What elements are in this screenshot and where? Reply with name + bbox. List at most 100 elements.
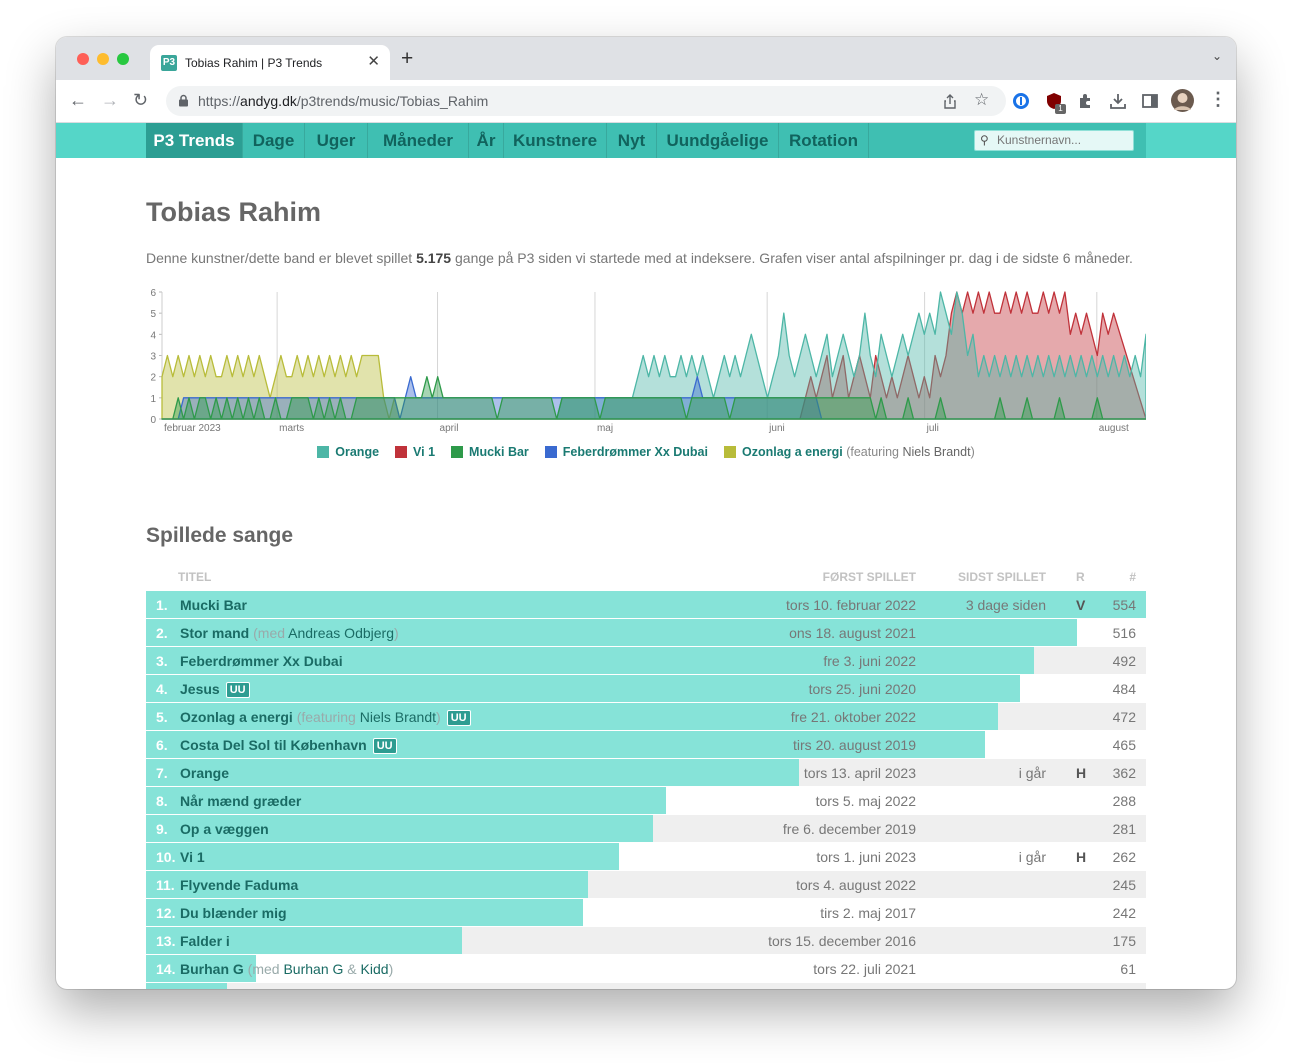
table-row[interactable]: 3. Feberdrømmer Xx Dubai fre 3. juni 2022 4… [146, 647, 1146, 674]
x-tick-label: juli [926, 423, 939, 434]
song-title-link[interactable]: Falder i [180, 933, 230, 949]
nav-brand-p3-trends[interactable]: P3 Trends [146, 123, 243, 158]
back-arrow-icon[interactable]: ← [69, 90, 87, 110]
close-window-button[interactable] [77, 53, 89, 65]
row-rank: 9. [156, 821, 168, 837]
song-title-cell: Op a væggen [180, 821, 269, 837]
nav-uundgaaelige[interactable]: Uundgåelige [657, 123, 779, 158]
nav-nyt[interactable]: Nyt [607, 123, 657, 158]
table-row[interactable]: 15.Verden væltertirs 2. juli 201945 [146, 983, 1146, 989]
tab-search-chevron-icon[interactable]: ⌄ [1212, 49, 1222, 63]
table-row[interactable]: 4. Jesus UU tors 25. juni 2020 484 [146, 675, 1146, 702]
intro-play-count: 5.175 [416, 250, 452, 266]
header-title[interactable]: TITEL [178, 570, 211, 584]
tab-close-icon[interactable]: ✕ [367, 52, 380, 70]
browser-tab[interactable]: P3 Tobias Rahim | P3 Trends ✕ [150, 45, 390, 80]
minimize-window-button[interactable] [97, 53, 109, 65]
row-rank: 5. [156, 709, 168, 725]
legend-item[interactable]: Orange [317, 445, 379, 459]
y-tick-label: 4 [150, 330, 156, 341]
legend-item[interactable]: Ozonlag a energi (featuring Niels Brandt… [723, 445, 975, 459]
song-title-link[interactable]: Burhan G [180, 961, 244, 977]
table-row[interactable]: 2. Stor mand (med Andreas Odbjerg) ons 18.… [146, 619, 1146, 646]
x-tick-label: maj [597, 423, 613, 434]
song-title-link[interactable]: Flyvende Faduma [180, 877, 298, 893]
nav-kunstnere[interactable]: Kunstnere [504, 123, 607, 158]
reload-icon[interactable]: ↻ [133, 90, 148, 110]
song-title-link[interactable]: Når mænd græder [180, 793, 301, 809]
song-title-link[interactable]: Vi 1 [180, 849, 205, 865]
legend-item[interactable]: Mucki Bar [451, 445, 529, 459]
song-title-link[interactable]: Op a væggen [180, 821, 269, 837]
credit-artist-link[interactable]: Niels Brandt [360, 709, 436, 725]
table-row[interactable]: 13. Falder i tors 15. december 2016 175 [146, 927, 1146, 954]
table-row[interactable]: 12. Du blænder mig tirs 2. maj 2017 242 [146, 899, 1146, 926]
song-title-link[interactable]: Ozonlag a energi [180, 709, 293, 725]
bookmark-star-icon[interactable]: ☆ [974, 90, 989, 110]
legend-swatch [544, 446, 557, 458]
onepassword-extension-icon[interactable] [1012, 92, 1030, 110]
download-icon[interactable] [1109, 92, 1127, 110]
song-title-link[interactable]: Feberdrømmer Xx Dubai [180, 653, 343, 669]
row-rank: 8. [156, 793, 168, 809]
song-credit: (med Andreas Odbjerg) [253, 625, 399, 641]
song-title-link[interactable]: Stor mand [180, 625, 249, 641]
play-count: 362 [1112, 765, 1136, 781]
header-first-played[interactable]: FØRST SPILLET [823, 570, 916, 584]
nav-maaneder[interactable]: Måneder [368, 123, 469, 158]
legend-item[interactable]: Feberdrømmer Xx Dubai [544, 445, 708, 459]
profile-avatar[interactable] [1171, 89, 1194, 112]
new-tab-icon[interactable]: + [401, 48, 413, 69]
artist-search-input[interactable] [997, 133, 1127, 147]
song-title-cell: Flyvende Faduma [180, 877, 298, 893]
table-row[interactable]: 11. Flyvende Faduma tors 4. august 2022 245 [146, 871, 1146, 898]
credit-prefix: (med [247, 961, 284, 977]
song-title-link[interactable]: Orange [180, 765, 229, 781]
forward-arrow-icon[interactable]: → [101, 90, 119, 110]
intro-pre: Denne kunstner/dette band er blevet spil… [146, 250, 417, 266]
first-played: tors 1. juni 2023 [816, 849, 916, 865]
legend-swatch [723, 446, 736, 458]
table-row[interactable]: 10. Vi 1 tors 1. juni 2023 i går H 262 [146, 843, 1146, 870]
row-rank: 4. [156, 681, 168, 697]
nav-aar[interactable]: År [469, 123, 504, 158]
table-row[interactable]: 1. Mucki Bar tors 10. februar 2022 3 dage s… [146, 591, 1146, 618]
y-tick-label: 2 [150, 373, 156, 384]
header-rotation[interactable]: R [1076, 570, 1085, 584]
nav-uger[interactable]: Uger [305, 123, 368, 158]
table-row[interactable]: 14. Burhan G (med Burhan G & Kidd) tors 22… [146, 955, 1146, 982]
song-title-link[interactable]: Costa Del Sol til København [180, 737, 367, 753]
x-tick-label: marts [279, 423, 304, 434]
table-row[interactable]: 9. Op a væggen fre 6. december 2019 281 [146, 815, 1146, 842]
maximize-window-button[interactable] [117, 53, 129, 65]
table-row[interactable]: 6. Costa Del Sol til København UU tirs 20. … [146, 731, 1146, 758]
header-count[interactable]: # [1129, 570, 1136, 584]
table-row[interactable]: 5. Ozonlag a energi (featuring Niels Bran… [146, 703, 1146, 730]
intro-post: gange på P3 siden vi startede med at ind… [451, 250, 1133, 266]
credit-artist-link[interactable]: Kidd [361, 961, 389, 977]
row-rank: 14. [156, 961, 176, 977]
song-title-link[interactable]: Jesus [180, 681, 220, 697]
song-title-link[interactable]: Du blænder mig [180, 905, 287, 921]
header-last-played[interactable]: SIDST SPILLET [958, 570, 1046, 584]
play-count: 554 [1112, 597, 1136, 613]
share-icon[interactable] [943, 94, 957, 109]
nav-rotation[interactable]: Rotation [779, 123, 869, 158]
song-title-link[interactable]: Mucki Bar [180, 597, 247, 613]
side-panel-icon[interactable] [1141, 92, 1159, 110]
play-count: 245 [1112, 877, 1136, 893]
extension-badge: 1 [1055, 104, 1066, 114]
songs-table-body: 1. Mucki Bar tors 10. februar 2022 3 dage s… [146, 591, 1146, 989]
credit-artist-link[interactable]: Burhan G [283, 961, 343, 977]
nav-dage[interactable]: Dage [243, 123, 305, 158]
extensions-puzzle-icon[interactable] [1077, 92, 1095, 110]
row-rank: 12. [156, 905, 176, 921]
address-bar[interactable]: https://andyg.dk/p3trends/music/Tobias_R… [166, 86, 1006, 116]
first-played: fre 21. oktober 2022 [790, 709, 916, 725]
credit-artist-link[interactable]: Andreas Odbjerg [288, 625, 394, 641]
legend-item[interactable]: Vi 1 [395, 445, 435, 459]
more-menu-icon[interactable]: ⋮ [1209, 89, 1227, 109]
first-played: tirs 20. august 2019 [793, 737, 916, 753]
table-row[interactable]: 8. Når mænd græder tors 5. maj 2022 288 [146, 787, 1146, 814]
table-row[interactable]: 7. Orange tors 13. april 2023 i går H 362 [146, 759, 1146, 786]
